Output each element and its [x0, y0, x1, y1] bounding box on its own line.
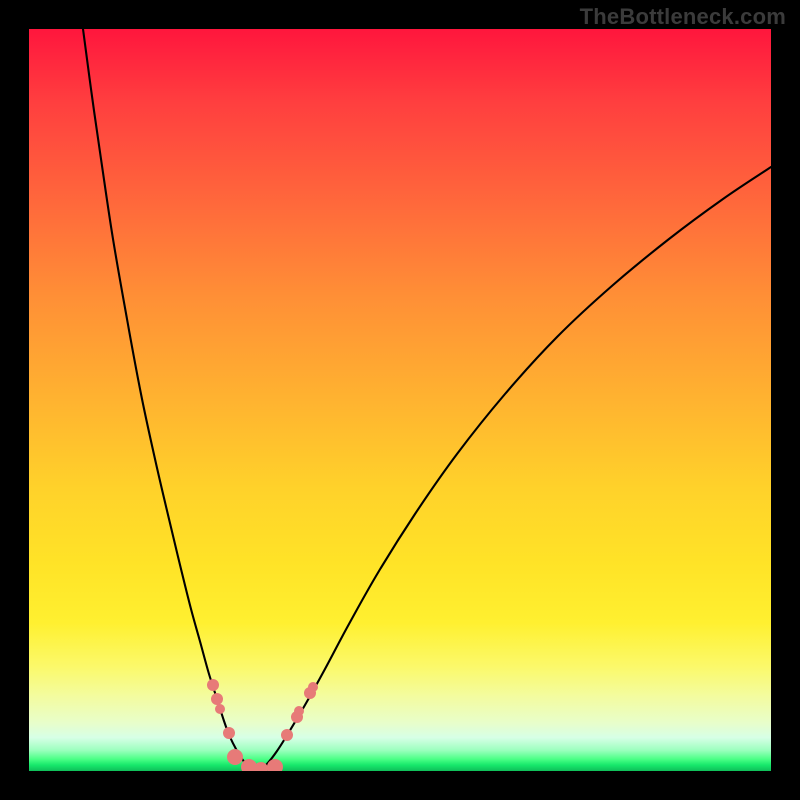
data-marker — [227, 749, 243, 765]
data-marker — [304, 687, 316, 699]
data-marker — [291, 711, 303, 723]
data-marker — [281, 729, 293, 741]
watermark-text: TheBottleneck.com — [580, 4, 786, 30]
data-marker — [241, 759, 257, 771]
data-marker — [254, 762, 268, 771]
plot-area — [29, 29, 771, 771]
data-marker — [294, 706, 304, 716]
chart-frame: TheBottleneck.com — [0, 0, 800, 800]
curve-layer — [29, 29, 771, 771]
data-marker — [223, 727, 235, 739]
data-marker — [211, 693, 223, 705]
data-marker — [215, 704, 225, 714]
data-marker — [207, 679, 219, 691]
data-marker — [267, 759, 283, 771]
bottleneck-curve — [83, 29, 771, 771]
data-markers — [207, 679, 318, 771]
data-marker — [308, 682, 318, 692]
